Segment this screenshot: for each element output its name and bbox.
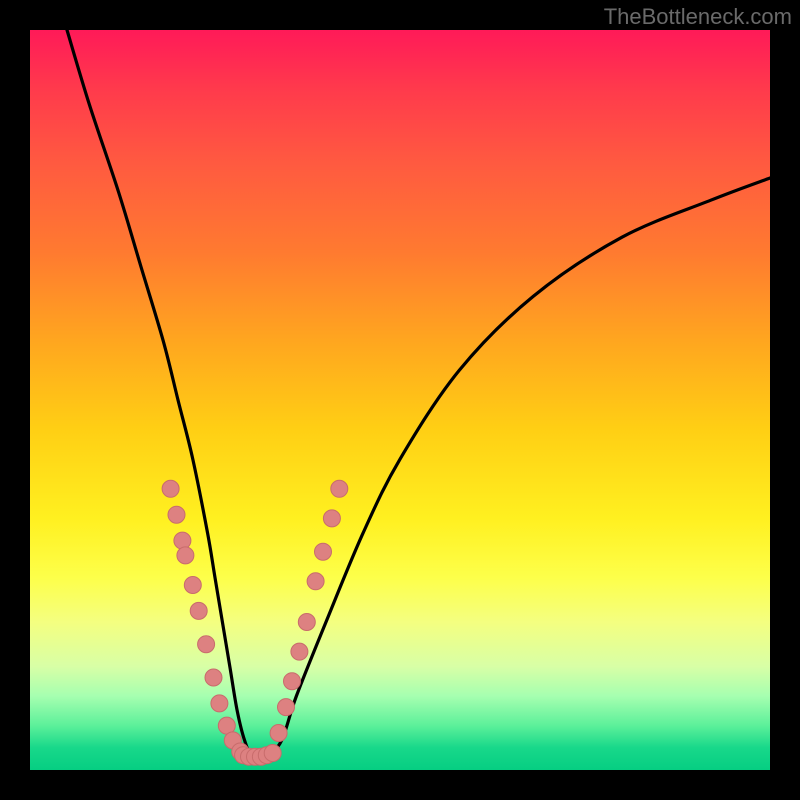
data-point xyxy=(211,695,228,712)
data-point xyxy=(190,602,207,619)
data-point xyxy=(323,510,340,527)
right-branch-dots xyxy=(270,480,348,741)
valley-dots xyxy=(235,745,282,766)
data-point xyxy=(174,532,191,549)
data-point xyxy=(270,725,287,742)
data-point xyxy=(177,547,194,564)
data-point xyxy=(162,480,179,497)
data-point xyxy=(315,543,332,560)
data-point xyxy=(307,573,324,590)
plot-area xyxy=(30,30,770,770)
data-point xyxy=(291,643,308,660)
data-point xyxy=(284,673,301,690)
outer-frame: TheBottleneck.com xyxy=(0,0,800,800)
data-point xyxy=(168,506,185,523)
data-point xyxy=(184,577,201,594)
chart-svg xyxy=(30,30,770,770)
data-point xyxy=(298,614,315,631)
data-point xyxy=(205,669,222,686)
data-point xyxy=(331,480,348,497)
watermark-text: TheBottleneck.com xyxy=(604,4,792,30)
data-point xyxy=(278,699,295,716)
data-point xyxy=(198,636,215,653)
bottleneck-curve xyxy=(67,30,770,757)
data-point xyxy=(264,745,281,762)
